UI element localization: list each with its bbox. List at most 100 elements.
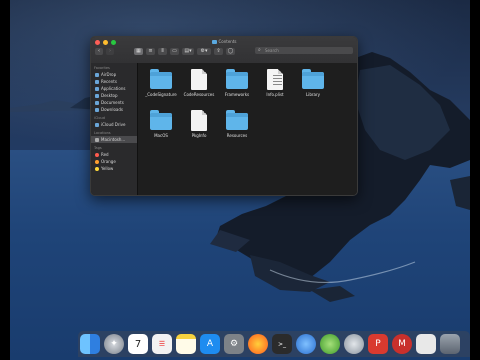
search-input[interactable]: ⌕ Search bbox=[255, 47, 353, 54]
document-icon bbox=[188, 110, 210, 131]
office-icon[interactable]: M bbox=[392, 334, 412, 354]
folder-icon bbox=[211, 40, 217, 44]
titlebar: Contents ‹ › ▦ ≡ ⫴ ▭ ▤▾ ⚙▾ ⇪ ◯ ⌕ Search bbox=[91, 37, 357, 64]
documents-icon[interactable] bbox=[416, 334, 436, 354]
tag-dot-icon bbox=[95, 166, 99, 171]
share-button[interactable]: ⇪ bbox=[214, 48, 223, 55]
reminders-icon[interactable]: ☰ bbox=[152, 334, 172, 354]
file-item-codesignature[interactable]: _CodeSignature bbox=[142, 67, 180, 108]
document-icon bbox=[188, 69, 210, 90]
action-button[interactable]: ⚙▾ bbox=[197, 48, 211, 55]
calendar-date: 7 bbox=[134, 338, 142, 350]
sidebar-item-label: Yellow bbox=[101, 166, 114, 171]
disk-icon bbox=[95, 137, 99, 142]
back-button[interactable]: ‹ bbox=[95, 48, 103, 55]
group-button[interactable]: ▤▾ bbox=[182, 48, 194, 55]
finder-icon[interactable] bbox=[80, 334, 100, 354]
sidebar: Favorites AirDrop Recents Applications D… bbox=[91, 63, 138, 195]
sidebar-section-locations: Locations bbox=[94, 131, 111, 135]
sidebar-item-label: Applications bbox=[101, 86, 126, 91]
file-item-coderesources[interactable]: CodeResources bbox=[180, 67, 218, 108]
clock-icon bbox=[95, 79, 99, 84]
sidebar-item-label: Orange bbox=[101, 159, 116, 164]
file-item-macos[interactable]: MacOS bbox=[142, 108, 180, 149]
file-item-library[interactable]: Library bbox=[294, 67, 332, 108]
pdf-icon[interactable]: P bbox=[368, 334, 388, 354]
plist-document-icon bbox=[264, 69, 286, 90]
safari-icon[interactable] bbox=[296, 334, 316, 354]
folder-icon bbox=[226, 110, 248, 130]
file-item-resources[interactable]: Resources bbox=[218, 108, 256, 149]
tags-button[interactable]: ◯ bbox=[226, 48, 235, 55]
file-name: PkgInfo bbox=[191, 133, 207, 138]
folder-icon bbox=[150, 69, 172, 89]
sidebar-item-recents[interactable]: Recents bbox=[91, 78, 137, 85]
list-view-button[interactable]: ≡ bbox=[146, 48, 155, 55]
search-placeholder: Search bbox=[265, 48, 279, 53]
sidebar-item-macintosh[interactable]: Macintosh... bbox=[91, 136, 137, 143]
sidebar-item-icloud-drive[interactable]: iCloud Drive bbox=[91, 121, 137, 128]
airdrop-icon bbox=[95, 72, 99, 77]
document-icon bbox=[95, 100, 99, 105]
sidebar-item-applications[interactable]: Applications bbox=[91, 85, 137, 92]
file-browser: _CodeSignature CodeResources Frameworks … bbox=[138, 63, 357, 195]
sidebar-item-tag-yellow[interactable]: Yellow bbox=[91, 165, 137, 172]
sidebar-section-icloud: iCloud bbox=[94, 116, 105, 120]
file-item-pkginfo[interactable]: PkgInfo bbox=[180, 108, 218, 149]
applications-icon bbox=[95, 86, 99, 91]
terminal-icon[interactable]: >_ bbox=[272, 334, 292, 354]
file-name: MacOS bbox=[154, 133, 168, 138]
window-title-text: Contents bbox=[218, 39, 237, 44]
sidebar-item-label: Downloads bbox=[101, 107, 123, 112]
sidebar-item-label: iCloud Drive bbox=[101, 122, 126, 127]
folder-icon bbox=[226, 69, 248, 89]
file-name: Frameworks bbox=[224, 92, 250, 97]
tag-dot-icon bbox=[95, 152, 99, 157]
file-item-info-plist[interactable]: Info.plist bbox=[256, 67, 294, 108]
sidebar-item-label: Documents bbox=[101, 100, 124, 105]
forward-button[interactable]: › bbox=[106, 48, 114, 55]
sidebar-item-label: Macintosh... bbox=[101, 137, 126, 142]
file-name: Resources bbox=[226, 133, 248, 138]
sidebar-item-label: Recents bbox=[101, 79, 117, 84]
firefox-icon[interactable] bbox=[248, 334, 268, 354]
file-grid: _CodeSignature CodeResources Frameworks … bbox=[142, 67, 332, 149]
cloud-icon bbox=[95, 122, 99, 127]
finder-window: Contents ‹ › ▦ ≡ ⫴ ▭ ▤▾ ⚙▾ ⇪ ◯ ⌕ Search F… bbox=[90, 36, 358, 196]
sidebar-item-downloads[interactable]: Downloads bbox=[91, 106, 137, 113]
gallery-view-button[interactable]: ▭ bbox=[170, 48, 179, 55]
window-title: Contents bbox=[91, 38, 357, 45]
sidebar-item-documents[interactable]: Documents bbox=[91, 99, 137, 106]
desktop-icon bbox=[95, 93, 99, 98]
sidebar-item-label: AirDrop bbox=[101, 72, 117, 77]
sidebar-section-tags: Tags bbox=[94, 146, 102, 150]
file-name: Library bbox=[306, 92, 320, 97]
file-name: CodeResources bbox=[183, 92, 215, 97]
file-name: Info.plist bbox=[266, 92, 284, 97]
launchpad-icon[interactable]: ✦ bbox=[104, 334, 124, 354]
search-icon: ⌕ bbox=[258, 47, 261, 53]
notes-icon[interactable] bbox=[176, 334, 196, 354]
file-name: _CodeSignature bbox=[145, 92, 177, 97]
sidebar-item-tag-red[interactable]: Red bbox=[91, 151, 137, 158]
tweaks-icon[interactable] bbox=[320, 334, 340, 354]
download-icon bbox=[95, 107, 99, 112]
sidebar-item-airdrop[interactable]: AirDrop bbox=[91, 71, 137, 78]
column-view-button[interactable]: ⫴ bbox=[158, 48, 167, 55]
sidebar-item-label: Desktop bbox=[101, 93, 118, 98]
sidebar-section-favorites: Favorites bbox=[94, 66, 110, 70]
folder-icon bbox=[302, 69, 324, 89]
app-store-icon[interactable]: A bbox=[200, 334, 220, 354]
sidebar-item-desktop[interactable]: Desktop bbox=[91, 92, 137, 99]
trash-icon[interactable] bbox=[440, 334, 460, 354]
icon-view-button[interactable]: ▦ bbox=[134, 48, 143, 55]
folder-icon bbox=[150, 110, 172, 130]
system-preferences-icon[interactable]: ⚙ bbox=[224, 334, 244, 354]
sidebar-item-tag-orange[interactable]: Orange bbox=[91, 158, 137, 165]
video-frame: Contents ‹ › ▦ ≡ ⫴ ▭ ▤▾ ⚙▾ ⇪ ◯ ⌕ Search F… bbox=[0, 0, 480, 360]
dock: ✦ 7 ☰ A ⚙ >_ P M bbox=[78, 331, 470, 357]
file-item-frameworks[interactable]: Frameworks bbox=[218, 67, 256, 108]
sidebar-item-label: Red bbox=[101, 152, 109, 157]
calendar-icon[interactable]: 7 bbox=[128, 334, 148, 354]
cleaner-icon[interactable] bbox=[344, 334, 364, 354]
